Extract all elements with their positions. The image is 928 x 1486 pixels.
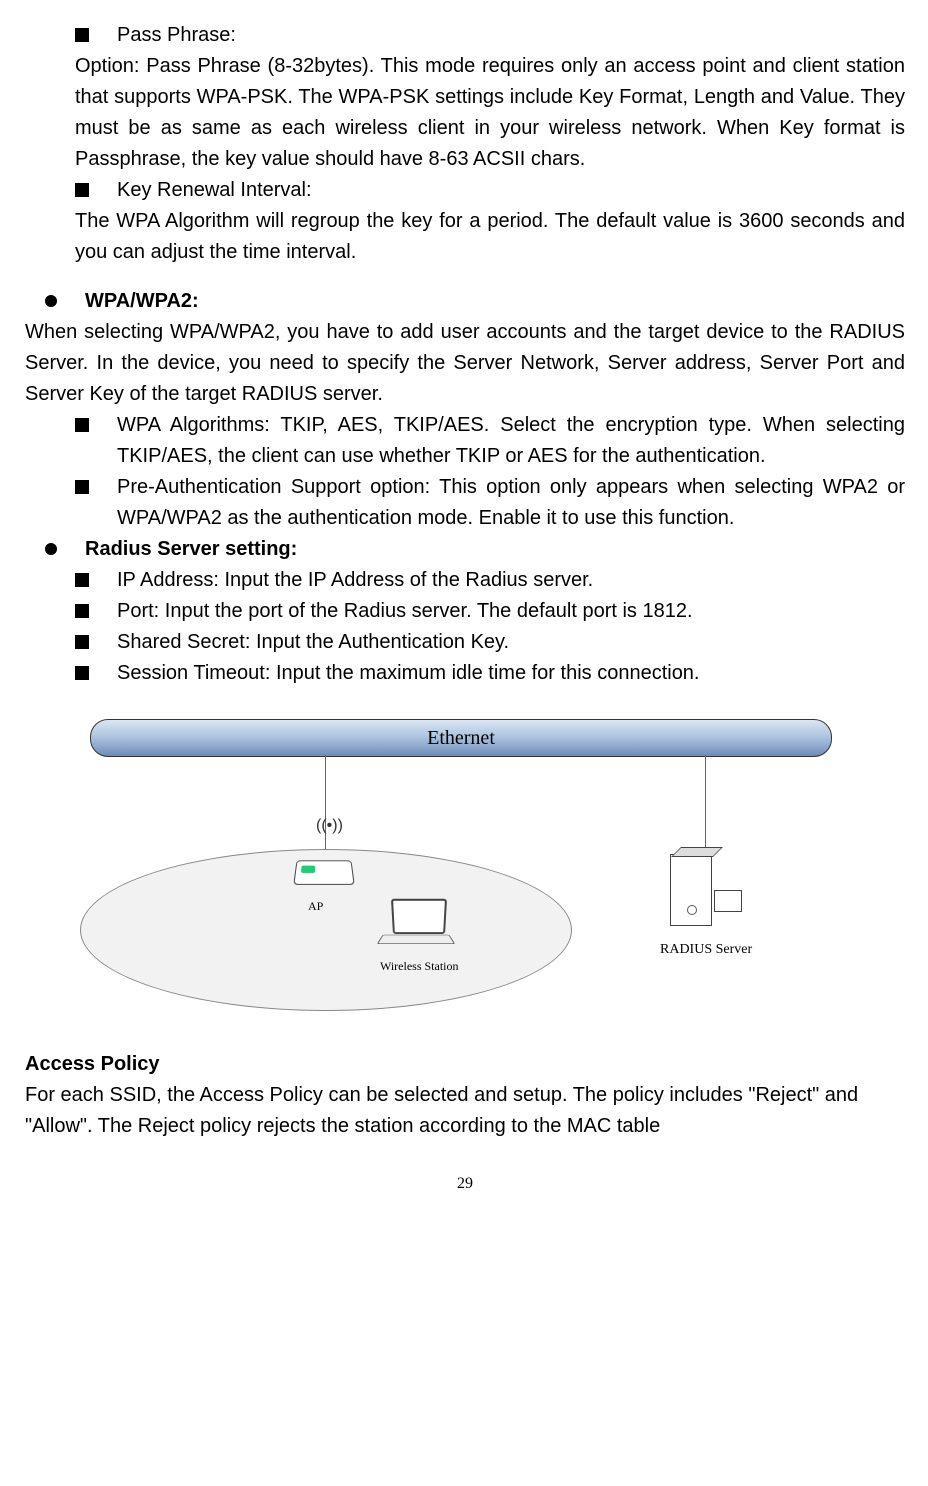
wireless-station-label: Wireless Station xyxy=(380,957,459,976)
list-item-wpa-wpa2: WPA/WPA2: xyxy=(45,286,905,317)
square-bullet-icon xyxy=(75,604,89,618)
radius-title: Radius Server setting: xyxy=(85,534,905,565)
square-bullet-icon xyxy=(75,28,89,42)
list-item-preauth: Pre-Authentication Support option: This … xyxy=(75,472,905,534)
key-renewal-body: The WPA Algorithm will regroup the key f… xyxy=(75,206,905,268)
pass-phrase-body: Option: Pass Phrase (8-32bytes). This mo… xyxy=(75,51,905,175)
list-item-session-timeout: Session Timeout: Input the maximum idle … xyxy=(75,658,905,689)
key-renewal-title: Key Renewal Interval: xyxy=(117,175,905,206)
wpa-wpa2-title: WPA/WPA2: xyxy=(85,286,905,317)
ap-device-icon xyxy=(295,859,355,895)
square-bullet-icon xyxy=(75,635,89,649)
ethernet-bar: Ethernet xyxy=(90,719,832,757)
ip-text: IP Address: Input the IP Address of the … xyxy=(117,565,905,596)
wpa-algo-text: WPA Algorithms: TKIP, AES, TKIP/AES. Sel… xyxy=(117,410,905,472)
pass-phrase-title: Pass Phrase: xyxy=(117,20,905,51)
server-icon xyxy=(670,854,740,934)
port-text: Port: Input the port of the Radius serve… xyxy=(117,596,905,627)
shared-secret-text: Shared Secret: Input the Authentication … xyxy=(117,627,905,658)
square-bullet-icon xyxy=(75,480,89,494)
session-timeout-text: Session Timeout: Input the maximum idle … xyxy=(117,658,905,689)
wpa-wpa2-body: When selecting WPA/WPA2, you have to add… xyxy=(25,317,905,410)
connector-line xyxy=(705,755,706,860)
list-item-shared-secret: Shared Secret: Input the Authentication … xyxy=(75,627,905,658)
round-bullet-icon xyxy=(45,543,57,555)
list-item-radius-setting: Radius Server setting: xyxy=(45,534,905,565)
square-bullet-icon xyxy=(75,418,89,432)
list-item-port: Port: Input the port of the Radius serve… xyxy=(75,596,905,627)
list-item-pass-phrase: Pass Phrase: xyxy=(75,20,905,51)
ap-label: AP xyxy=(308,897,323,916)
antenna-icon: ((•)) xyxy=(316,814,343,839)
list-item-key-renewal: Key Renewal Interval: xyxy=(75,175,905,206)
ethernet-label: Ethernet xyxy=(427,723,495,754)
square-bullet-icon xyxy=(75,183,89,197)
round-bullet-icon xyxy=(45,295,57,307)
square-bullet-icon xyxy=(75,666,89,680)
preauth-text: Pre-Authentication Support option: This … xyxy=(117,472,905,534)
laptop-icon xyxy=(380,899,460,949)
network-diagram: Ethernet ((•)) AP Wireless Station RADIU… xyxy=(80,719,850,1019)
radius-server-label: RADIUS Server xyxy=(660,939,752,961)
access-policy-body: For each SSID, the Access Policy can be … xyxy=(25,1080,905,1142)
access-policy-heading: Access Policy xyxy=(25,1049,905,1080)
list-item-wpa-algo: WPA Algorithms: TKIP, AES, TKIP/AES. Sel… xyxy=(75,410,905,472)
square-bullet-icon xyxy=(75,573,89,587)
page-number: 29 xyxy=(25,1172,905,1197)
list-item-ip: IP Address: Input the IP Address of the … xyxy=(75,565,905,596)
